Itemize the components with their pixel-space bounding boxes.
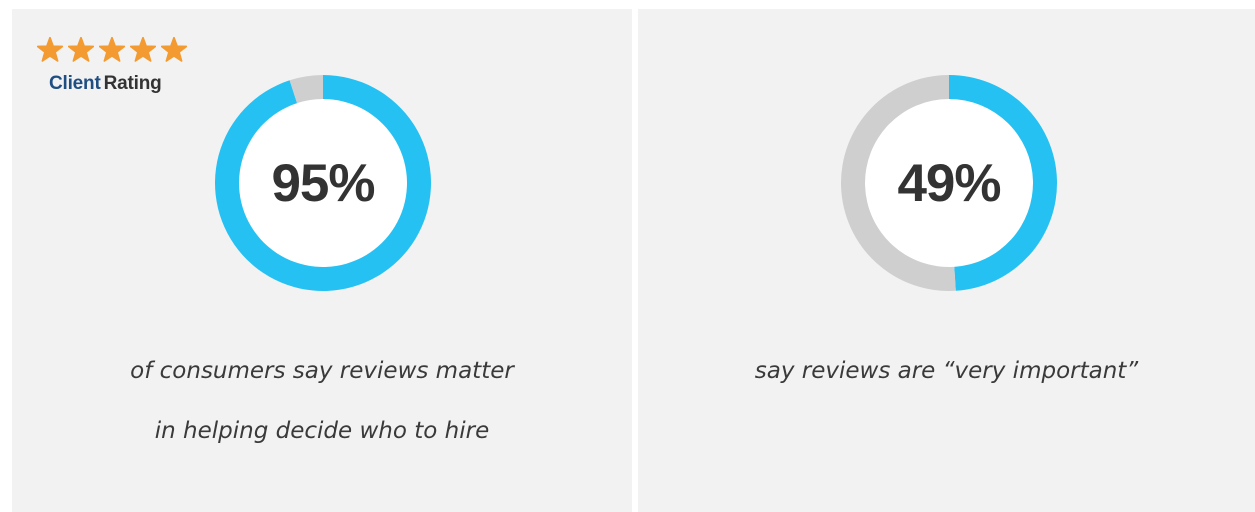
donut-chart-2-value: 49% (897, 153, 1001, 213)
caption-2: say reviews are “very important” (638, 341, 1255, 401)
caption-1: of consumers say reviews matter in helpi… (12, 341, 632, 461)
rating-label-word1: Client (49, 73, 101, 94)
client-rating: Client Rating (37, 37, 191, 95)
donut-chart-1-value: 95% (271, 153, 375, 213)
star-icon (37, 37, 67, 63)
star-icon (161, 37, 191, 63)
client-rating-label: Client Rating (49, 73, 191, 95)
star-icon (99, 37, 129, 63)
rating-label-word2: Rating (103, 73, 162, 94)
star-rating (37, 37, 191, 63)
donut-chart-1: 95% (215, 75, 431, 291)
caption-1-line-2: in helping decide who to hire (154, 418, 490, 444)
caption-2-line-1: say reviews are “very important” (754, 358, 1139, 384)
star-icon (68, 37, 98, 63)
star-icon (130, 37, 160, 63)
donut-chart-2: 49% (841, 75, 1057, 291)
caption-1-line-1: of consumers say reviews matter (130, 358, 514, 384)
